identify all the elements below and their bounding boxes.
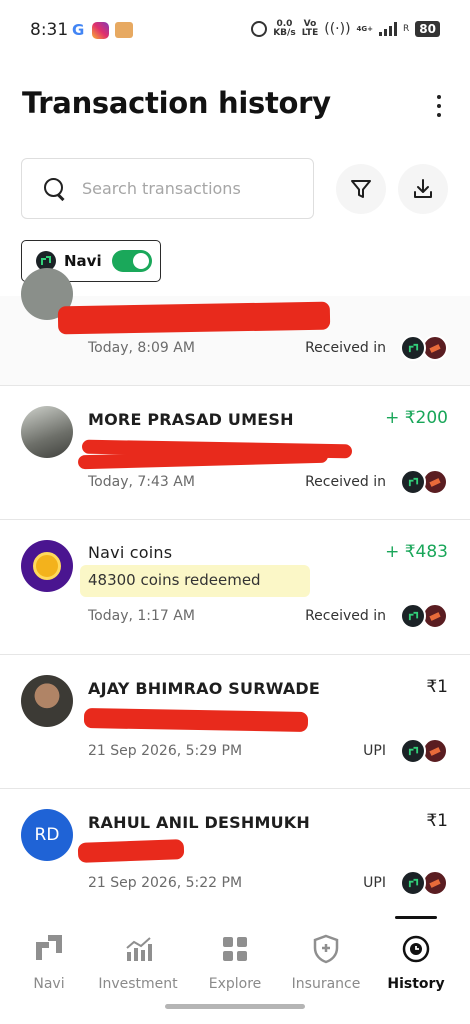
nav-item-history[interactable]: History (371, 934, 461, 992)
redaction-mark (57, 301, 331, 335)
hotspot-icon: ((·)) (324, 21, 351, 37)
transaction-amount: + ₹200 (385, 408, 448, 428)
network-speed: 0.0 KB/s (273, 20, 295, 38)
search-icon (44, 177, 66, 200)
transaction-mode: UPI (363, 743, 386, 759)
volte-bottom: LTE (301, 28, 319, 38)
avatar-initials: RD (34, 825, 60, 845)
transaction-name: AJAY BHIMRAO SURWADE (88, 679, 321, 698)
transaction-subtitle: 48300 coins redeemed (88, 571, 261, 589)
volte-indicator: Vo LTE (302, 20, 319, 38)
more-vertical-icon[interactable] (436, 95, 442, 117)
nav-label: Explore (208, 976, 262, 992)
navi-badge-icon (400, 469, 426, 495)
nav-item-navi[interactable]: Navi (4, 934, 94, 992)
transaction-mode: Received in (305, 340, 386, 356)
transaction-date: Today, 7:43 AM (88, 474, 195, 490)
nav-item-explore[interactable]: Explore (190, 934, 280, 992)
redaction-mark (77, 839, 185, 863)
account-badges (400, 335, 448, 361)
status-bar: 8:31 G 0.0 KB/s Vo LTE ((·)) 4G+ R 80 (0, 0, 470, 60)
navi-badge-icon (400, 335, 426, 361)
active-tab-indicator (395, 916, 437, 919)
transaction-mode: Received in (305, 608, 386, 624)
page-title: Transaction history (22, 86, 331, 120)
navi-badge-icon (400, 738, 426, 764)
transaction-date: Today, 8:09 AM (88, 340, 195, 356)
alarm-icon (251, 21, 268, 37)
transaction-date: 21 Sep 2026, 5:29 PM (88, 743, 243, 759)
avatar: RD (21, 809, 73, 861)
download-icon (414, 179, 432, 198)
search-box[interactable] (21, 158, 314, 219)
google-icon: G (72, 21, 85, 39)
avatar (21, 540, 73, 592)
nav-label: Navi (33, 976, 65, 992)
battery-icon: 80 (415, 21, 440, 37)
transaction-row[interactable]: AJAY BHIMRAO SURWADE ₹1 21 Sep 2026, 5:2… (0, 655, 470, 789)
grid-icon (223, 937, 247, 961)
transaction-mode: UPI (363, 875, 386, 891)
shield-plus-icon (313, 934, 339, 964)
chart-bars-icon (126, 937, 152, 961)
redaction-mark (83, 708, 309, 732)
account-badges (400, 738, 448, 764)
signal-label: 4G+ (356, 25, 374, 33)
transaction-date: Today, 1:17 AM (88, 608, 195, 624)
status-time: 8:31 (30, 20, 69, 40)
signal-icon (379, 22, 398, 36)
navi-badge-icon (400, 870, 426, 896)
navi-badge-icon (400, 603, 426, 629)
speed-unit: KB/s (273, 28, 296, 38)
transaction-mode: Received in (305, 474, 386, 490)
history-clock-icon (402, 935, 430, 963)
transaction-name: Navi coins (88, 543, 173, 562)
home-indicator[interactable] (165, 1004, 305, 1009)
avatar (21, 406, 73, 458)
filter-icon (351, 180, 371, 198)
transaction-amount: ₹1 (426, 677, 448, 697)
nav-label: Insurance (291, 976, 361, 992)
status-right: 0.0 KB/s Vo LTE ((·)) 4G+ R 80 (251, 20, 440, 38)
download-button[interactable] (398, 164, 448, 214)
transaction-row[interactable]: RD RAHUL ANIL DESHMUKH ₹1 21 Sep 2026, 5… (0, 789, 470, 920)
nav-item-insurance[interactable]: Insurance (281, 934, 371, 992)
coin-icon (33, 552, 61, 580)
search-input[interactable] (82, 179, 282, 198)
nav-label: History (387, 976, 445, 992)
bottom-navigation: Navi Investment Explore Insurance Histor… (0, 916, 470, 1024)
transaction-amount: ₹1 (426, 811, 448, 831)
roaming-indicator: R (403, 24, 410, 34)
transaction-name: RAHUL ANIL DESHMUKH (88, 813, 310, 832)
nav-item-investment[interactable]: Investment (93, 934, 183, 992)
transaction-row[interactable]: MORE PRASAD UMESH + ₹200 Today, 7:43 AM … (0, 386, 470, 520)
account-badges (400, 603, 448, 629)
filter-button[interactable] (336, 164, 386, 214)
chip-label: Navi (64, 252, 102, 270)
package-icon (115, 22, 133, 38)
transaction-amount: + ₹483 (385, 542, 448, 562)
transaction-row[interactable]: Navi coins + ₹483 48300 coins redeemed T… (0, 520, 470, 655)
transaction-date: 21 Sep 2026, 5:22 PM (88, 875, 243, 891)
account-badges (400, 870, 448, 896)
nav-label: Investment (98, 976, 178, 992)
transaction-name: MORE PRASAD UMESH (88, 410, 294, 429)
account-badges (400, 469, 448, 495)
navi-logo-icon (36, 935, 62, 960)
avatar (21, 675, 73, 727)
navi-toggle[interactable] (111, 250, 152, 272)
transaction-row[interactable]: Today, 8:09 AM Received in (0, 268, 470, 386)
instagram-icon (92, 22, 109, 39)
